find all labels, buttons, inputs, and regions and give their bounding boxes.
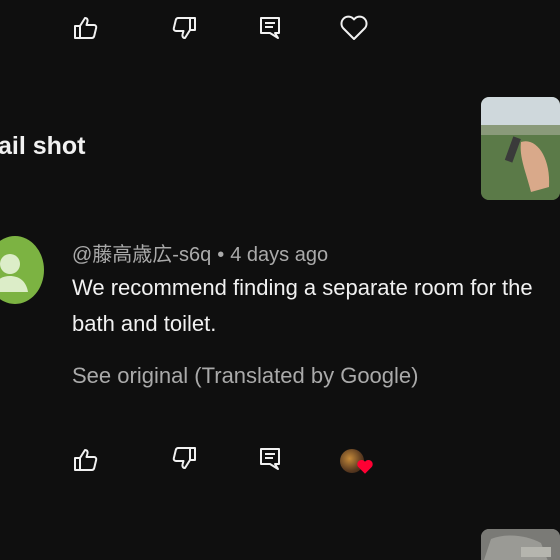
thumbs-up-icon bbox=[74, 17, 98, 39]
thumbs-down-icon bbox=[172, 447, 196, 469]
like-button[interactable] bbox=[73, 448, 99, 472]
post-title[interactable]: ail shot bbox=[0, 132, 86, 161]
dislike-button[interactable] bbox=[171, 446, 197, 470]
reply-button[interactable] bbox=[259, 16, 281, 40]
comment-text: We recommend finding a separate room for… bbox=[72, 275, 533, 336]
dislike-button[interactable] bbox=[171, 16, 197, 40]
comment-meta: @藤高歳広-s6q • 4 days ago bbox=[72, 238, 328, 267]
thumbs-down-icon bbox=[172, 17, 196, 39]
like-button[interactable] bbox=[73, 16, 99, 40]
heart-button[interactable] bbox=[340, 15, 368, 41]
creator-heart bbox=[340, 447, 376, 477]
heart-outline-icon bbox=[340, 15, 368, 40]
comment-icon bbox=[260, 17, 280, 39]
reply-button[interactable] bbox=[259, 447, 281, 471]
video-thumbnail[interactable] bbox=[481, 97, 560, 200]
thumbs-up-icon bbox=[74, 449, 98, 471]
comments-panel: ail shot @藤高歳広-s6q • 4 days ago We recomme… bbox=[0, 0, 560, 560]
meta-separator: • bbox=[217, 244, 225, 266]
comment-icon bbox=[260, 448, 280, 470]
avatar[interactable] bbox=[0, 236, 44, 304]
comment-author[interactable]: @藤高歳広-s6q bbox=[72, 244, 211, 266]
heart-icon bbox=[356, 459, 374, 480]
comment-timestamp: 4 days ago bbox=[230, 244, 329, 266]
see-original-link[interactable]: See original (Translated by Google) bbox=[72, 363, 418, 389]
video-thumbnail[interactable] bbox=[481, 529, 560, 560]
